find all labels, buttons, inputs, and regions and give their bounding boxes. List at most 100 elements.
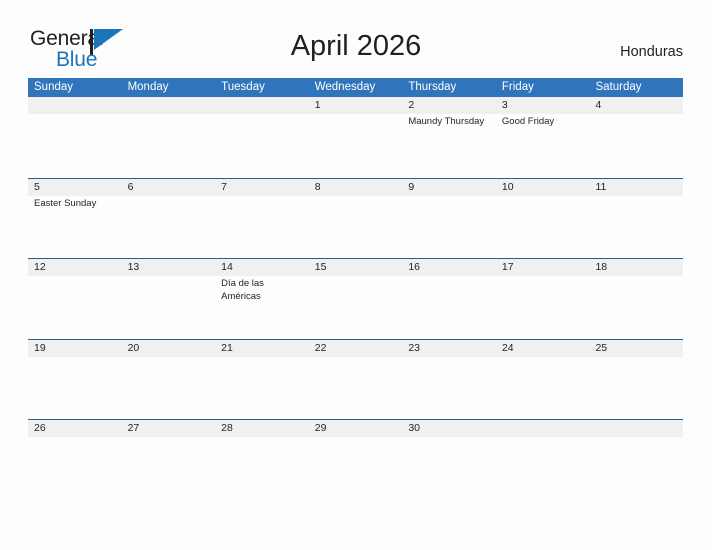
day-events bbox=[589, 196, 683, 198]
day-number: 1 bbox=[308, 97, 403, 114]
day-number: 30 bbox=[402, 420, 496, 437]
day-events bbox=[309, 196, 403, 198]
day-events bbox=[122, 276, 216, 278]
calendar-day-cell[interactable]: 30 bbox=[402, 420, 496, 500]
weekday-header-friday: Friday bbox=[501, 81, 534, 93]
calendar-week-row: 1 2 Maundy Thursday 3 Good Friday 4 bbox=[28, 97, 684, 178]
day-events bbox=[496, 276, 590, 278]
calendar-day-cell-empty bbox=[121, 97, 216, 178]
holiday-event: Easter Sunday bbox=[34, 197, 97, 209]
page-title: April 2026 bbox=[290, 30, 422, 62]
day-events bbox=[589, 276, 683, 278]
day-number: 24 bbox=[495, 339, 590, 357]
calendar-day-cell[interactable]: 28 bbox=[215, 420, 309, 500]
country-label: Honduras bbox=[620, 44, 683, 60]
calendar-day-cell[interactable]: 23 bbox=[402, 339, 496, 419]
calendar-page: General Blue April 2026 Honduras Sunday M… bbox=[0, 0, 712, 550]
day-number: 25 bbox=[589, 339, 684, 357]
calendar-grid: Sunday Monday Tuesday Wednesday Thursday Frid… bbox=[28, 78, 684, 500]
calendar-day-cell-empty bbox=[495, 420, 590, 500]
day-events bbox=[122, 196, 216, 198]
day-events bbox=[122, 437, 216, 439]
calendar-day-cell[interactable]: 16 bbox=[402, 259, 496, 339]
day-number bbox=[215, 97, 309, 114]
holiday-event: Maundy Thursday bbox=[408, 116, 485, 127]
calendar-day-cell[interactable]: 11 bbox=[589, 178, 684, 258]
day-events bbox=[309, 276, 403, 278]
day-events bbox=[28, 114, 122, 116]
day-number: 12 bbox=[28, 259, 122, 276]
day-events bbox=[309, 357, 403, 359]
calendar-day-cell[interactable]: 1 bbox=[308, 97, 403, 178]
day-events bbox=[589, 357, 683, 359]
holiday-event: Good Friday bbox=[501, 116, 555, 127]
day-events: Good Friday bbox=[496, 114, 590, 129]
day-number: 16 bbox=[402, 259, 496, 276]
day-number: 26 bbox=[28, 420, 122, 437]
day-events bbox=[589, 114, 683, 116]
day-events: Maundy Thursday bbox=[402, 114, 496, 129]
day-events bbox=[215, 114, 309, 116]
day-events bbox=[496, 357, 590, 359]
day-number bbox=[495, 420, 590, 437]
calendar-day-cell[interactable]: 22 bbox=[308, 339, 403, 419]
day-events bbox=[589, 437, 683, 439]
calendar-day-cell[interactable]: 24 bbox=[495, 339, 590, 419]
calendar-day-cell[interactable]: 2 Maundy Thursday bbox=[402, 97, 496, 178]
calendar-day-cell-empty bbox=[215, 97, 309, 178]
calendar-week-row: 5 Easter Sunday 6 7 8 9 10 11 bbox=[28, 177, 684, 258]
calendar-day-cell[interactable]: 26 bbox=[28, 420, 122, 500]
calendar-day-cell[interactable]: 27 bbox=[121, 420, 216, 500]
calendar-week-row: 26 27 28 29 30 bbox=[28, 419, 684, 500]
day-number: 4 bbox=[589, 97, 684, 114]
day-events bbox=[122, 114, 216, 116]
day-number: 3 bbox=[495, 97, 590, 114]
day-number bbox=[121, 97, 216, 114]
weekday-header-wednesday: Wednesday bbox=[314, 81, 376, 93]
day-number: 7 bbox=[215, 178, 309, 196]
day-events: Día de las Américas bbox=[215, 276, 309, 303]
calendar-weeks: 1 2 Maundy Thursday 3 Good Friday 4 5 Easter Su… bbox=[28, 97, 684, 500]
calendar-day-cell[interactable]: 9 bbox=[402, 178, 496, 258]
calendar-day-cell[interactable]: 10 bbox=[495, 178, 590, 258]
day-number: 10 bbox=[495, 178, 590, 196]
day-events bbox=[28, 357, 122, 359]
calendar-day-cell[interactable]: 8 bbox=[308, 178, 403, 258]
weekday-header-sunday: Sunday bbox=[34, 81, 74, 93]
day-number: 29 bbox=[308, 420, 403, 437]
calendar-day-cell[interactable]: 20 bbox=[121, 339, 216, 419]
calendar-day-cell-empty bbox=[589, 420, 684, 500]
calendar-day-cell[interactable]: 5 Easter Sunday bbox=[28, 178, 122, 258]
day-events bbox=[122, 357, 216, 359]
calendar-day-cell[interactable]: 17 bbox=[495, 259, 590, 339]
day-events bbox=[309, 437, 403, 439]
calendar-day-cell[interactable]: 25 bbox=[589, 339, 684, 419]
day-number: 18 bbox=[589, 259, 684, 276]
day-events bbox=[496, 437, 590, 439]
calendar-day-cell[interactable]: 15 bbox=[308, 259, 403, 339]
calendar-day-cell[interactable]: 18 bbox=[589, 259, 684, 339]
day-number: 9 bbox=[402, 178, 496, 196]
calendar-day-cell[interactable]: 3 Good Friday bbox=[495, 97, 590, 178]
day-number: 13 bbox=[121, 259, 216, 276]
calendar-day-cell[interactable]: 29 bbox=[308, 420, 403, 500]
day-events bbox=[28, 276, 122, 278]
calendar-day-cell[interactable]: 12 bbox=[28, 259, 122, 339]
day-number bbox=[28, 97, 122, 114]
day-events bbox=[215, 437, 309, 439]
weekday-header-tuesday: Tuesday bbox=[221, 81, 265, 93]
calendar-day-cell[interactable]: 4 bbox=[589, 97, 684, 178]
day-events bbox=[402, 437, 496, 439]
day-number: 6 bbox=[121, 178, 216, 196]
calendar-day-cell[interactable]: 21 bbox=[215, 339, 309, 419]
calendar-day-cell[interactable]: 6 bbox=[121, 178, 216, 258]
calendar-day-cell[interactable]: 19 bbox=[28, 339, 122, 419]
day-events bbox=[402, 276, 496, 278]
day-events: Easter Sunday bbox=[28, 196, 122, 211]
weekday-header-thursday: Thursday bbox=[408, 81, 457, 93]
day-number: 17 bbox=[495, 259, 590, 276]
calendar-day-cell[interactable]: 7 bbox=[215, 178, 309, 258]
day-events bbox=[402, 357, 496, 359]
calendar-day-cell[interactable]: 14 Día de las Américas bbox=[215, 259, 309, 339]
calendar-day-cell[interactable]: 13 bbox=[121, 259, 216, 339]
